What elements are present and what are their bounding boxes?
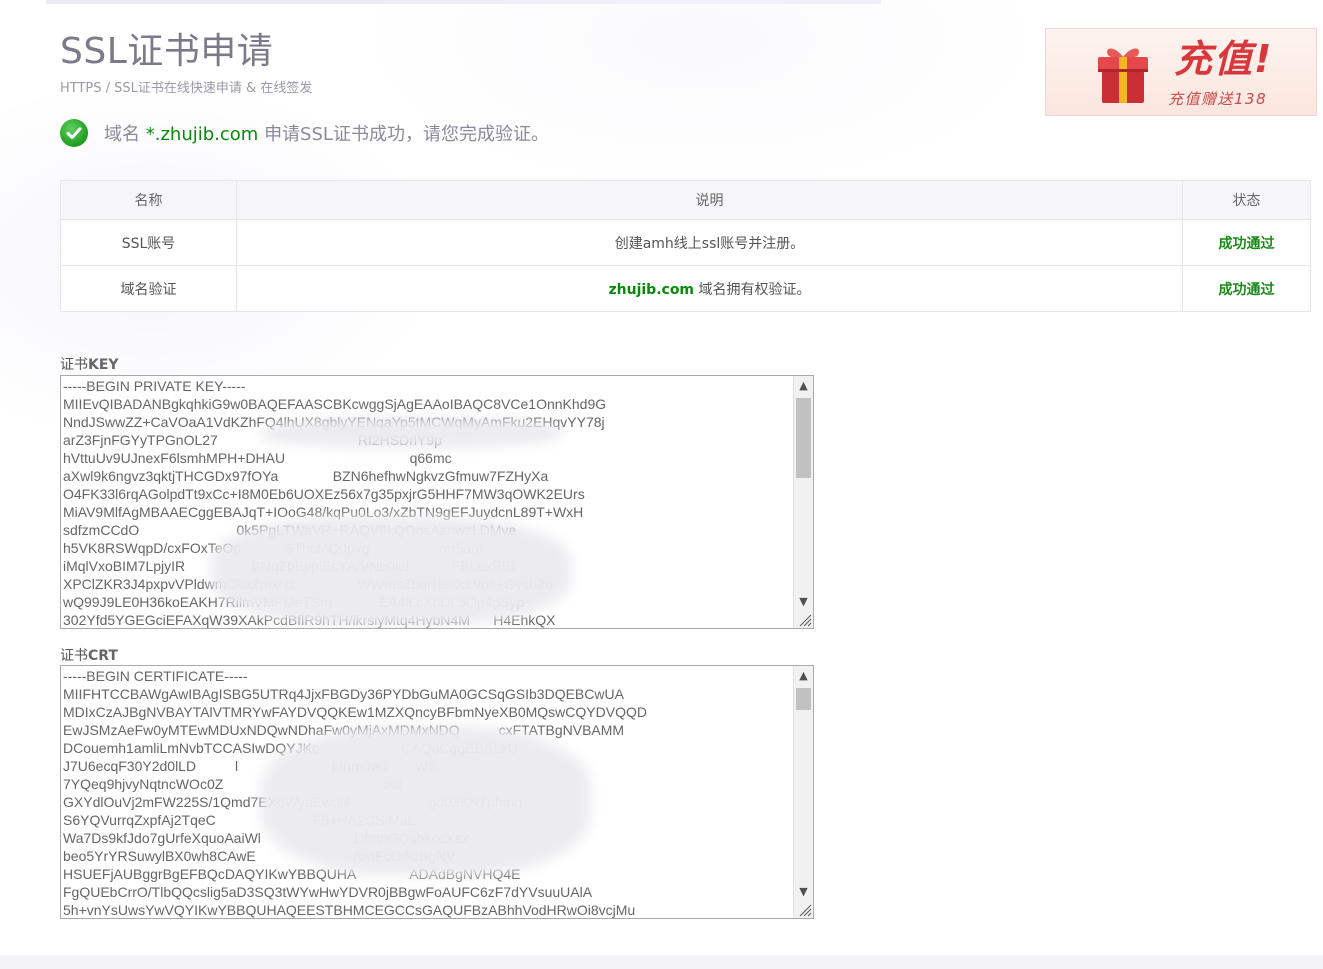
table-row: SSL账号 创建amh线上ssl账号并注册。 成功通过 xyxy=(60,219,1311,266)
column-header-status: 状态 xyxy=(1182,180,1311,220)
row-description: zhujib.com 域名拥有权验证。 xyxy=(236,265,1183,312)
scroll-up-arrow-icon[interactable]: ▲ xyxy=(794,376,813,394)
top-accent-strip xyxy=(46,0,881,4)
scroll-down-arrow-icon[interactable]: ▼ xyxy=(794,882,813,900)
success-prefix: 域名 xyxy=(104,124,140,145)
bottom-strip xyxy=(0,955,1323,969)
gift-icon xyxy=(1096,43,1150,109)
cert-key-label-prefix: 证书 xyxy=(60,357,88,373)
scroll-thumb[interactable] xyxy=(796,398,811,478)
resize-grip-icon[interactable] xyxy=(796,901,812,917)
row-description: 创建amh线上ssl账号并注册。 xyxy=(236,219,1183,266)
row-status: 成功通过 xyxy=(1182,265,1311,312)
success-suffix: 申请SSL证书成功，请您完成验证。 xyxy=(264,124,549,145)
resize-grip-icon[interactable] xyxy=(796,611,812,627)
success-message: 域名 *.zhujib.com 申请SSL证书成功，请您完成验证。 xyxy=(60,117,549,149)
cert-key-label: 证书KEY xyxy=(60,356,119,374)
promo-title: 充值! xyxy=(1174,37,1274,81)
success-domain: *.zhujib.com xyxy=(145,124,259,145)
scroll-up-arrow-icon[interactable]: ▲ xyxy=(794,666,813,684)
success-text: 域名 *.zhujib.com 申请SSL证书成功，请您完成验证。 xyxy=(104,120,549,146)
cert-key-label-bold: KEY xyxy=(88,357,119,373)
breadcrumb: HTTPS / SSL证书在线快速申请 & 在线签发 xyxy=(60,81,313,96)
table-row: 域名验证 zhujib.com 域名拥有权验证。 成功通过 xyxy=(60,265,1311,312)
scroll-thumb[interactable] xyxy=(796,688,811,710)
verification-table: 名称 说明 状态 SSL账号 创建amh线上ssl账号并注册。 成功通过 域名验… xyxy=(60,180,1311,312)
redaction-blur xyxy=(261,726,591,876)
row-name: SSL账号 xyxy=(60,219,237,266)
redaction-blur xyxy=(261,418,561,448)
row-status: 成功通过 xyxy=(1182,219,1311,266)
row-desc-text: 域名拥有权验证。 xyxy=(694,281,811,298)
row-desc-text: 创建amh线上ssl账号并注册。 xyxy=(614,235,805,252)
redaction-blur xyxy=(211,516,571,626)
cert-crt-textarea[interactable]: -----BEGIN CERTIFICATE----- MIIFHTCCBAWg… xyxy=(60,665,814,919)
check-icon xyxy=(60,119,88,147)
promo-subtitle: 充值赠送138 xyxy=(1168,90,1268,108)
column-header-name: 名称 xyxy=(60,180,237,220)
table-header-row: 名称 说明 状态 xyxy=(60,180,1311,220)
recharge-promo-banner[interactable]: 充值! 充值赠送138 xyxy=(1045,28,1317,116)
cert-crt-label: 证书CRT xyxy=(60,647,118,665)
page-title: SSL证书申请 xyxy=(60,31,274,72)
cert-crt-label-bold: CRT xyxy=(88,648,118,664)
row-desc-domain: zhujib.com xyxy=(608,281,695,298)
cert-crt-scrollbar[interactable]: ▲ ▼ xyxy=(793,666,813,918)
row-name: 域名验证 xyxy=(60,265,237,312)
cert-crt-label-prefix: 证书 xyxy=(60,648,88,664)
column-header-description: 说明 xyxy=(236,180,1183,220)
cert-key-scrollbar[interactable]: ▲ ▼ xyxy=(793,376,813,628)
scroll-down-arrow-icon[interactable]: ▼ xyxy=(794,592,813,610)
cert-key-textarea[interactable]: -----BEGIN PRIVATE KEY----- MIIEvQIBADAN… xyxy=(60,375,814,629)
